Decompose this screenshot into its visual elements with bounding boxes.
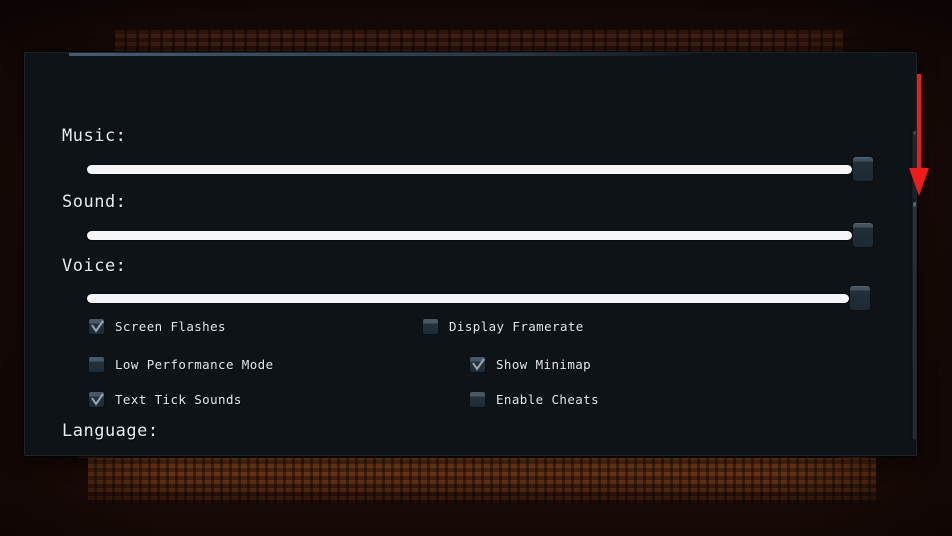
sound-slider-track[interactable] bbox=[87, 231, 852, 240]
checkmark-icon bbox=[91, 320, 104, 333]
sound-slider[interactable] bbox=[87, 222, 874, 248]
music-label: Music: bbox=[62, 126, 127, 146]
voice-label: Voice: bbox=[62, 256, 127, 276]
settings-scroll-content: Music: Sound: Voice: Screen Flashes Low … bbox=[25, 53, 885, 455]
screen-flashes-label: Screen Flashes bbox=[115, 319, 226, 334]
text-tick-sounds-checkbox[interactable] bbox=[88, 391, 105, 408]
sound-slider-handle[interactable] bbox=[852, 222, 874, 248]
settings-scrollbar[interactable] bbox=[911, 129, 916, 441]
checkbox-row-text-tick-sounds[interactable]: Text Tick Sounds bbox=[88, 391, 242, 408]
checkbox-row-show-minimap[interactable]: Show Minimap bbox=[469, 356, 591, 373]
checkmark-icon bbox=[472, 358, 485, 371]
low-performance-mode-checkbox[interactable] bbox=[88, 356, 105, 373]
checkbox-row-screen-flashes[interactable]: Screen Flashes bbox=[88, 318, 226, 335]
music-slider[interactable] bbox=[87, 156, 874, 182]
show-minimap-label: Show Minimap bbox=[496, 357, 592, 372]
language-label: Language: bbox=[62, 421, 159, 441]
checkbox-row-low-performance-mode[interactable]: Low Performance Mode bbox=[88, 356, 274, 373]
music-slider-handle[interactable] bbox=[852, 156, 874, 182]
low-performance-mode-label: Low Performance Mode bbox=[115, 357, 274, 372]
checkbox-row-enable-cheats[interactable]: Enable Cheats bbox=[469, 391, 599, 408]
display-framerate-checkbox[interactable] bbox=[422, 318, 439, 335]
display-framerate-label: Display Framerate bbox=[449, 319, 584, 334]
text-tick-sounds-label: Text Tick Sounds bbox=[115, 392, 242, 407]
show-minimap-checkbox[interactable] bbox=[469, 356, 486, 373]
checkmark-icon bbox=[91, 393, 104, 406]
scrollbar-thumb[interactable] bbox=[913, 202, 916, 439]
screen-flashes-checkbox[interactable] bbox=[88, 318, 105, 335]
checkbox-row-display-framerate[interactable]: Display Framerate bbox=[422, 318, 584, 335]
music-slider-track[interactable] bbox=[87, 165, 852, 174]
voice-slider-handle[interactable] bbox=[849, 285, 871, 311]
sound-label: Sound: bbox=[62, 192, 127, 212]
game-screen: Music: Sound: Voice: Screen Flashes Low … bbox=[0, 0, 952, 536]
scrollbar-track-upper[interactable] bbox=[913, 131, 916, 199]
enable-cheats-label: Enable Cheats bbox=[496, 392, 600, 407]
voice-slider[interactable] bbox=[87, 285, 874, 311]
settings-panel: Music: Sound: Voice: Screen Flashes Low … bbox=[24, 52, 917, 456]
enable-cheats-checkbox[interactable] bbox=[469, 391, 486, 408]
voice-slider-track[interactable] bbox=[87, 294, 849, 303]
